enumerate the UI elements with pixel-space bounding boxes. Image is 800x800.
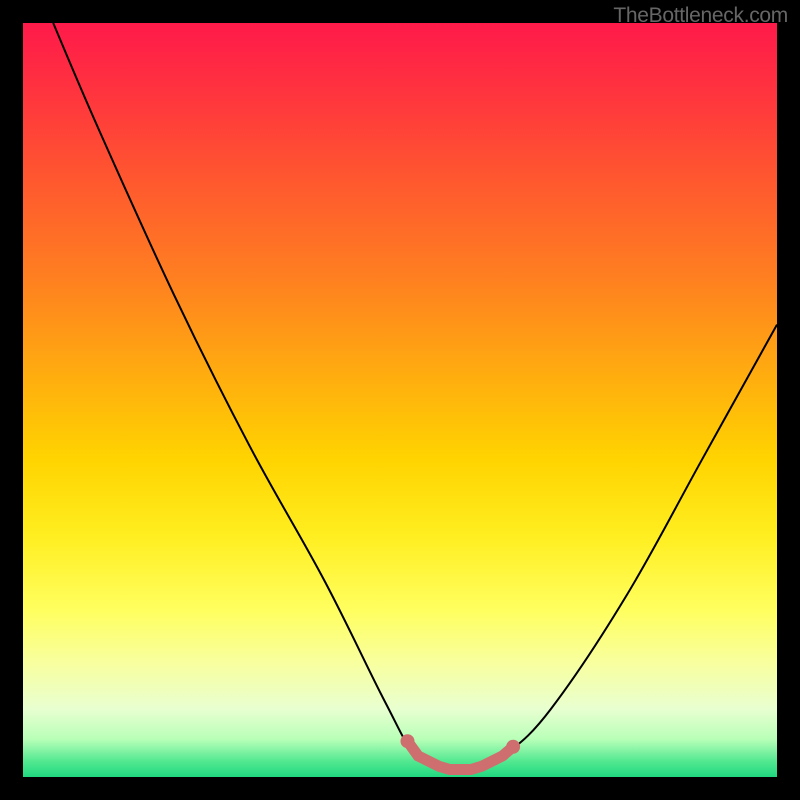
watermark-text: TheBottleneck.com xyxy=(613,4,788,28)
bottleneck-curve xyxy=(53,23,777,772)
plot-area xyxy=(23,23,777,777)
curve-svg xyxy=(23,23,777,777)
chart-container: TheBottleneck.com xyxy=(0,0,800,800)
plateau-marker xyxy=(401,734,521,769)
